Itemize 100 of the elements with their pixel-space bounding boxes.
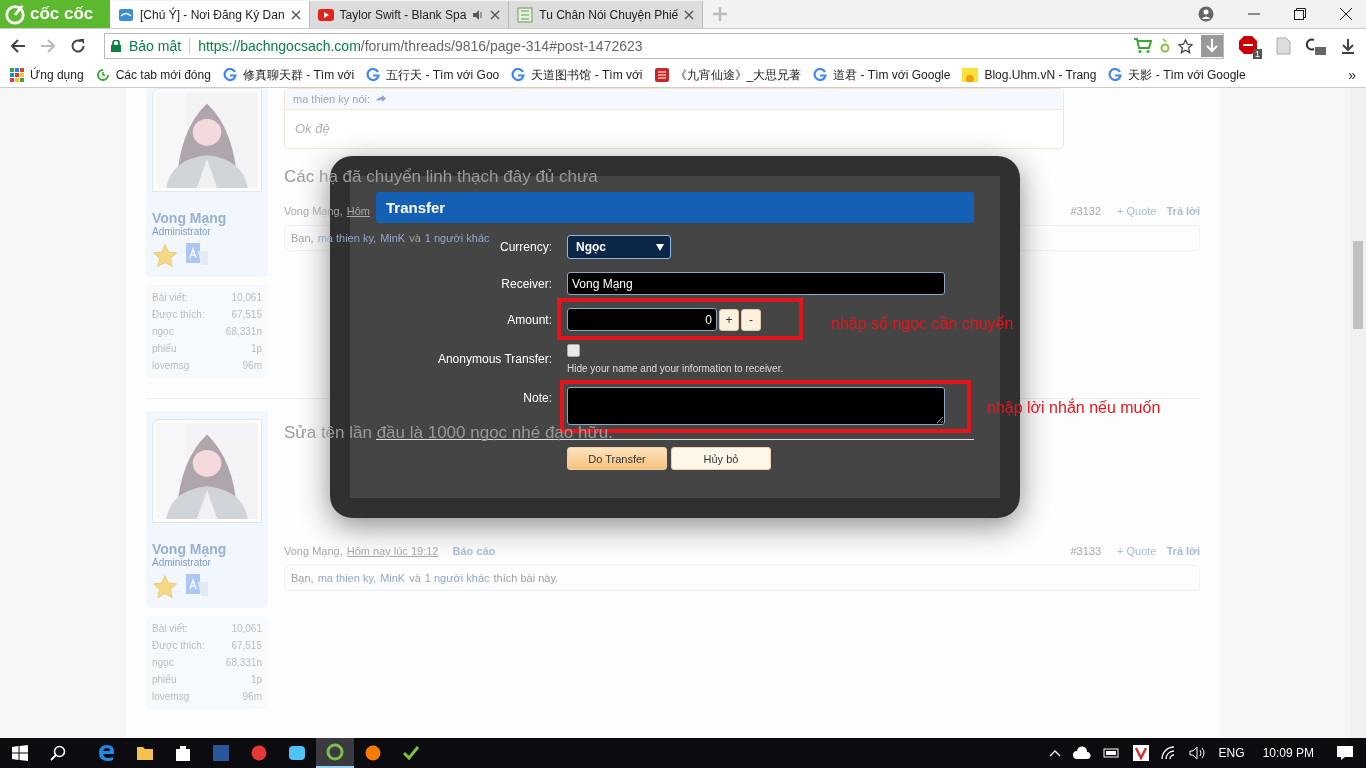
field-label: Currency: xyxy=(499,240,552,254)
windows-start-icon[interactable] xyxy=(12,745,28,761)
stat-label: Được thích: xyxy=(152,639,205,653)
field-label: Note: xyxy=(522,390,552,405)
bookmark[interactable]: Ứng dụng xyxy=(10,68,84,82)
receiver-field[interactable]: Vong Mạng xyxy=(567,272,945,295)
likes-text: và xyxy=(409,232,421,244)
stat-label: lovemsg xyxy=(152,359,190,373)
speaker-icon[interactable] xyxy=(472,8,485,21)
folder-icon xyxy=(136,744,154,762)
star-icon[interactable] xyxy=(1178,38,1193,54)
checkmark-icon xyxy=(402,744,420,762)
wifi-icon[interactable] xyxy=(1160,746,1177,760)
bookmark[interactable]: 修真聊天群 - Tìm với xyxy=(222,66,355,84)
stat-label: phiếu xyxy=(152,673,177,687)
caret-icon xyxy=(656,243,664,251)
stat-value: 10,061 xyxy=(231,622,262,636)
stat-label: Bài viết: xyxy=(152,291,188,305)
taskbar-app[interactable] xyxy=(316,738,354,768)
chat-bubble-icon xyxy=(288,744,306,762)
quote-author: ma thien ky nói: xyxy=(293,93,371,105)
cancel-button[interactable]: Hủy bỏ xyxy=(671,447,771,470)
annotation-text: nhập số ngọc cần chuyển xyxy=(831,315,1014,333)
clock[interactable]: 10:09 PM xyxy=(1262,746,1314,760)
browser-e-icon xyxy=(98,744,116,762)
field-label: Receiver: xyxy=(500,276,552,291)
bookmark[interactable]: Các tab mới đóng xyxy=(95,68,211,82)
currency-dropdown[interactable]: Ngọc xyxy=(567,235,671,259)
stat-value: 96m xyxy=(242,359,262,373)
star-icon xyxy=(152,574,178,600)
browser-tab[interactable]: Tu Chân Nói Chuyện Phiế xyxy=(509,1,704,28)
user-role: Administrator xyxy=(152,226,212,237)
amount-field[interactable]: 0 xyxy=(567,308,717,331)
restore-icon[interactable] xyxy=(1294,8,1306,20)
likes-text: thích bài này. xyxy=(493,572,559,584)
star-icon xyxy=(152,243,178,269)
like-user-link[interactable]: 1 người khác xyxy=(424,232,490,244)
close-icon[interactable] xyxy=(1340,8,1352,20)
back-icon[interactable] xyxy=(10,38,26,54)
lock-icon xyxy=(111,40,121,52)
stat-value: 67,515 xyxy=(231,639,262,653)
more-bookmarks-button[interactable]: » xyxy=(1348,67,1356,83)
reload-icon[interactable] xyxy=(70,38,86,54)
ring-icon xyxy=(326,743,344,761)
post-date[interactable]: Hôm xyxy=(346,205,370,217)
stat-value: 67,515 xyxy=(231,308,262,322)
increment-button[interactable]: + xyxy=(719,308,739,331)
language-indicator[interactable]: ENG xyxy=(1218,746,1245,760)
stat-value: 1p xyxy=(250,673,262,687)
field-label: Amount: xyxy=(506,312,552,327)
volume-icon[interactable] xyxy=(1188,746,1205,760)
google-g-icon xyxy=(813,68,828,82)
browser-tab[interactable]: Taylor Swift - Blank Spa xyxy=(309,1,510,28)
leaf-logo-icon xyxy=(4,3,26,25)
stat-label: ngọc xyxy=(152,325,174,339)
book-favicon-icon xyxy=(517,6,534,23)
battery-icon[interactable] xyxy=(1102,747,1121,759)
note-field[interactable] xyxy=(567,387,945,425)
cloud-icon[interactable] xyxy=(1072,746,1091,760)
google-g-icon xyxy=(222,68,237,82)
likes-text: Bạn, xyxy=(291,572,314,584)
download-icon[interactable] xyxy=(1340,38,1356,54)
like-user-link[interactable]: MinK xyxy=(380,232,406,244)
apps-grid-icon xyxy=(10,68,24,82)
transfer-button[interactable]: Do Transfer xyxy=(567,447,667,470)
bookmark[interactable]: 道君 - Tìm với Google xyxy=(813,66,951,84)
v-logo-icon[interactable] xyxy=(1132,745,1149,761)
stop-sign-extension-icon[interactable]: 1 xyxy=(1238,35,1260,57)
bag-icon xyxy=(174,744,192,762)
close-icon[interactable] xyxy=(290,9,301,20)
bookmark[interactable]: 天影 - Tìm với Google xyxy=(1108,66,1246,84)
play-favicon-icon xyxy=(317,8,334,21)
decrement-button[interactable]: - xyxy=(741,308,761,331)
bookmark[interactable]: 《九宵仙途》_大思兄著 xyxy=(654,66,802,84)
bookmark[interactable]: 天道图书馆 - Tìm với xyxy=(511,66,643,84)
history-icon xyxy=(95,68,110,82)
user-role: Administrator xyxy=(152,557,212,568)
notification-icon[interactable] xyxy=(1336,745,1354,761)
anonymous-checkbox[interactable] xyxy=(567,344,580,357)
google-g-icon xyxy=(1108,68,1123,82)
likes-text: Bạn, xyxy=(291,232,314,244)
profile-icon[interactable] xyxy=(1198,6,1214,22)
bookmark[interactable]: Blog.Uhm.vN - Trang xyxy=(962,68,1097,82)
scrollbar-thumb[interactable] xyxy=(1353,241,1363,329)
round-app-icon xyxy=(250,744,268,762)
globe-favicon-icon xyxy=(118,6,134,23)
bookmark[interactable]: 五行天 - Tìm với Goo xyxy=(366,66,500,84)
stat-value: 68,331n xyxy=(225,656,262,670)
address-bar[interactable]: Bảo mật https://bachngocsach.com/forum/threads/9816/page-314#post-1472623 xyxy=(104,33,1224,59)
switch-extension-icon[interactable] xyxy=(1306,37,1326,55)
search-icon[interactable] xyxy=(50,745,66,761)
field-hint: Hide your name and your information to receiver. xyxy=(567,363,784,374)
stat-value: 1p xyxy=(250,342,262,356)
field-label: Anonymous Transfer: xyxy=(436,352,552,366)
browser-tab[interactable]: [Chú Ý] - Nơi Đăng Ký Dan xyxy=(110,1,310,28)
stat-label: phiếu xyxy=(152,342,177,356)
cart-icon[interactable] xyxy=(1134,38,1152,54)
google-g-icon xyxy=(366,68,381,82)
stat-label: Bài viết: xyxy=(152,622,188,636)
chevron-up-icon[interactable] xyxy=(1048,749,1061,757)
